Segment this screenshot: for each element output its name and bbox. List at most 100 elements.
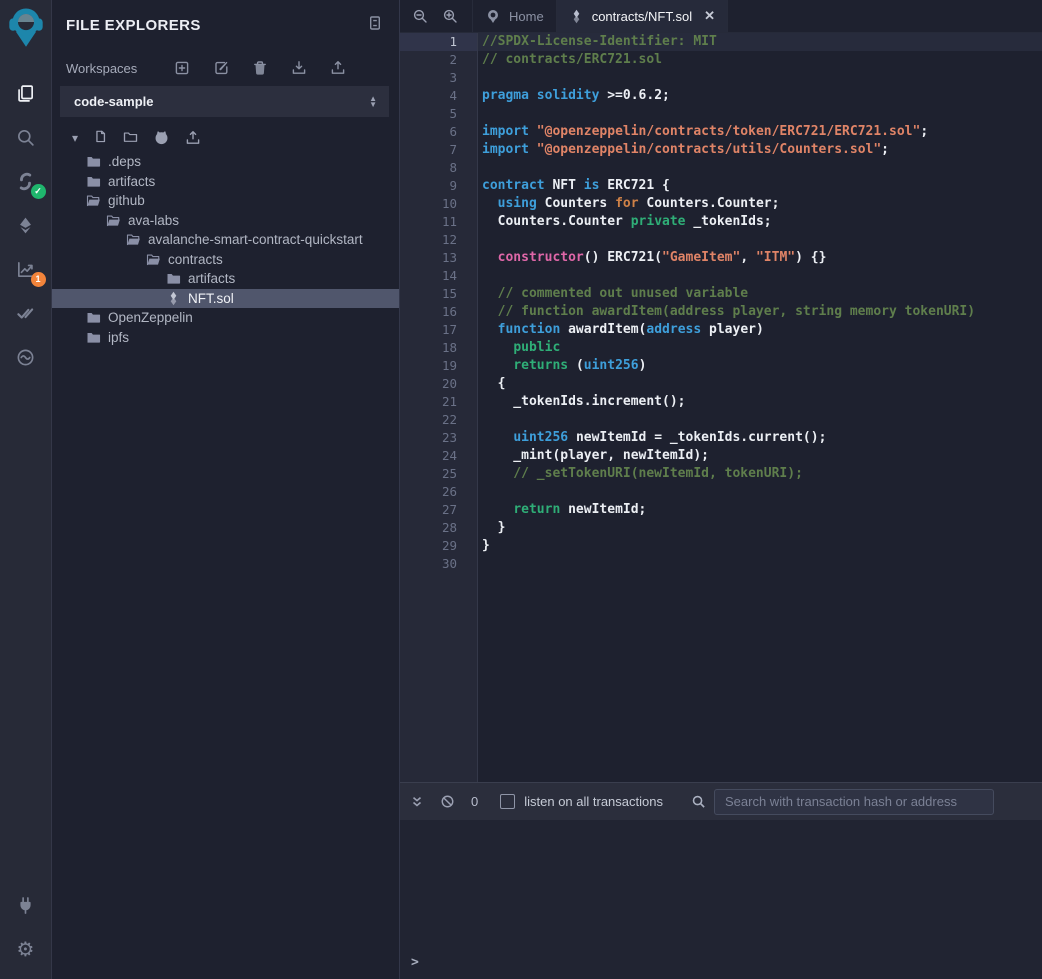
terminal-expand-icon[interactable]: [410, 795, 424, 809]
line-number[interactable]: 10: [400, 195, 478, 213]
code-line[interactable]: {: [478, 375, 1042, 393]
tree-item-ava-labs[interactable]: ava-labs: [52, 211, 399, 231]
code-line[interactable]: constructor() ERC721("GameItem", "ITM") …: [478, 249, 1042, 267]
tree-item-artifacts[interactable]: artifacts: [52, 269, 399, 289]
code-line[interactable]: using Counters for Counters.Counter;: [478, 195, 1042, 213]
line-number[interactable]: 23: [400, 429, 478, 447]
new-file-icon[interactable]: [93, 130, 108, 145]
line-number[interactable]: 2: [400, 51, 478, 69]
line-number[interactable]: 15: [400, 285, 478, 303]
line-number[interactable]: 9: [400, 177, 478, 195]
code-line[interactable]: [478, 231, 1042, 249]
code-line[interactable]: public: [478, 339, 1042, 357]
rename-workspace-icon[interactable]: [213, 60, 229, 76]
code-line[interactable]: // function awardItem(address player, st…: [478, 303, 1042, 321]
code-empty-area[interactable]: [400, 573, 1042, 782]
terminal-clear-icon[interactable]: [440, 794, 455, 809]
terminal-search-input[interactable]: [714, 789, 994, 815]
line-number[interactable]: 5: [400, 105, 478, 123]
zoom-in-icon[interactable]: [440, 6, 460, 26]
line-number[interactable]: 26: [400, 483, 478, 501]
line-number[interactable]: 11: [400, 213, 478, 231]
code-line[interactable]: // contracts/ERC721.sol: [478, 51, 1042, 69]
sidebar-unit-testing-icon[interactable]: [8, 291, 44, 335]
code-line[interactable]: function awardItem(address player): [478, 321, 1042, 339]
remix-logo[interactable]: [6, 6, 46, 53]
clone-git-icon[interactable]: [153, 129, 170, 146]
line-number[interactable]: 19: [400, 357, 478, 375]
line-number[interactable]: 22: [400, 411, 478, 429]
code-line[interactable]: [478, 555, 1042, 573]
line-number[interactable]: 12: [400, 231, 478, 249]
line-number[interactable]: 20: [400, 375, 478, 393]
tree-item-avalanche-smart-contract-quickstart[interactable]: avalanche-smart-contract-quickstart: [52, 230, 399, 250]
sidebar-search-icon[interactable]: [8, 115, 44, 159]
tree-item-github[interactable]: github: [52, 191, 399, 211]
code-line[interactable]: uint256 newItemId = _tokenIds.current();: [478, 429, 1042, 447]
code-line[interactable]: pragma solidity >=0.6.2;: [478, 87, 1042, 105]
code-line[interactable]: [478, 159, 1042, 177]
publish-workspace-icon[interactable]: [185, 130, 201, 146]
docs-book-icon[interactable]: [367, 15, 383, 36]
line-number[interactable]: 4: [400, 87, 478, 105]
code-line[interactable]: Counters.Counter private _tokenIds;: [478, 213, 1042, 231]
sidebar-file-explorer-icon[interactable]: [8, 71, 44, 115]
code-line[interactable]: contract NFT is ERC721 {: [478, 177, 1042, 195]
sidebar-settings-icon[interactable]: ⚙: [8, 927, 44, 971]
code-line[interactable]: //SPDX-License-Identifier: MIT: [478, 33, 1042, 51]
code-line[interactable]: // commented out unused variable: [478, 285, 1042, 303]
create-workspace-icon[interactable]: [174, 60, 190, 76]
tree-item-ipfs[interactable]: ipfs: [52, 328, 399, 348]
line-number[interactable]: 3: [400, 69, 478, 87]
code-line[interactable]: [478, 69, 1042, 87]
terminal-output[interactable]: >: [400, 820, 1042, 979]
tree-item-nft-sol[interactable]: NFT.sol: [52, 289, 399, 309]
workspace-select[interactable]: code-sample ▲▼: [60, 86, 389, 117]
collapse-tree-icon[interactable]: ▾: [72, 132, 78, 144]
code-line[interactable]: returns (uint256): [478, 357, 1042, 375]
code-line[interactable]: import "@openzeppelin/contracts/token/ER…: [478, 123, 1042, 141]
code-line[interactable]: import "@openzeppelin/contracts/utils/Co…: [478, 141, 1042, 159]
tree-item-contracts[interactable]: contracts: [52, 250, 399, 270]
line-number[interactable]: 13: [400, 249, 478, 267]
line-number[interactable]: 16: [400, 303, 478, 321]
sidebar-sourcify-icon[interactable]: [8, 335, 44, 379]
code-editor[interactable]: 1//SPDX-License-Identifier: MIT2// contr…: [400, 33, 1042, 782]
sidebar-solidity-compiler-icon[interactable]: ✓: [8, 159, 44, 203]
line-number[interactable]: 8: [400, 159, 478, 177]
code-line[interactable]: [478, 105, 1042, 123]
code-line[interactable]: }: [478, 537, 1042, 555]
code-line[interactable]: [478, 483, 1042, 501]
tree-item-openzeppelin[interactable]: OpenZeppelin: [52, 308, 399, 328]
code-line[interactable]: _mint(player, newItemId);: [478, 447, 1042, 465]
sidebar-plugin-manager-icon[interactable]: [8, 883, 44, 927]
tree-item-artifacts[interactable]: artifacts: [52, 172, 399, 192]
new-folder-icon[interactable]: [123, 130, 138, 145]
code-line[interactable]: // _setTokenURI(newItemId, tokenURI);: [478, 465, 1042, 483]
line-number[interactable]: 1: [400, 33, 478, 51]
line-number[interactable]: 7: [400, 141, 478, 159]
code-line[interactable]: [478, 267, 1042, 285]
line-number[interactable]: 25: [400, 465, 478, 483]
line-number[interactable]: 21: [400, 393, 478, 411]
editor-tab-home[interactable]: Home: [472, 0, 557, 32]
line-number[interactable]: 27: [400, 501, 478, 519]
listen-transactions-checkbox[interactable]: [500, 794, 515, 809]
line-number[interactable]: 17: [400, 321, 478, 339]
sidebar-deploy-run-icon[interactable]: [8, 203, 44, 247]
line-number[interactable]: 28: [400, 519, 478, 537]
download-workspaces-icon[interactable]: [291, 60, 307, 76]
restore-workspaces-icon[interactable]: [330, 60, 346, 76]
code-line[interactable]: [478, 411, 1042, 429]
editor-tab-contracts-nft-sol[interactable]: contracts/NFT.sol✕: [557, 0, 728, 32]
tab-close-icon[interactable]: ✕: [704, 8, 715, 24]
line-number[interactable]: 24: [400, 447, 478, 465]
line-number[interactable]: 14: [400, 267, 478, 285]
line-number[interactable]: 6: [400, 123, 478, 141]
tree-item--deps[interactable]: .deps: [52, 152, 399, 172]
terminal-prompt[interactable]: >: [411, 955, 419, 970]
line-number[interactable]: 30: [400, 555, 478, 573]
delete-workspace-icon[interactable]: [252, 60, 268, 76]
line-number[interactable]: 29: [400, 537, 478, 555]
zoom-out-icon[interactable]: [410, 6, 430, 26]
